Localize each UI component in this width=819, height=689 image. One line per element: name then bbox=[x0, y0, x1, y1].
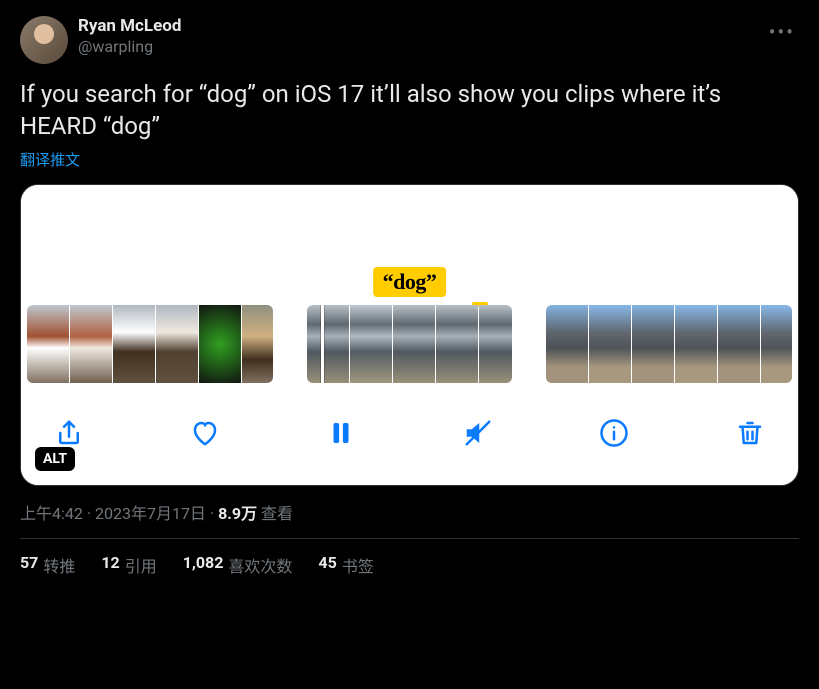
tweet-container: ••• Ryan McLeod @warpling If you search … bbox=[0, 0, 819, 595]
clip-group-2[interactable] bbox=[307, 305, 512, 383]
engagement-counts: 57 转推 12 引用 1,082 喜欢次数 45 书签 bbox=[20, 539, 799, 579]
video-timeline[interactable] bbox=[21, 305, 798, 389]
clip-frame bbox=[307, 305, 349, 383]
quotes-count: 12 bbox=[101, 553, 119, 577]
likes-link[interactable]: 1,082 喜欢次数 bbox=[183, 553, 293, 577]
mute-icon bbox=[463, 418, 493, 448]
author-display-name[interactable]: Ryan McLeod bbox=[78, 16, 181, 37]
clip-frame bbox=[589, 305, 631, 383]
pause-icon bbox=[326, 418, 356, 448]
clip-frame bbox=[156, 305, 198, 383]
clip-group-1[interactable] bbox=[27, 305, 273, 383]
tweet-time[interactable]: 上午4:42 bbox=[20, 504, 83, 523]
clip-frame bbox=[632, 305, 674, 383]
bookmarks-count: 45 bbox=[318, 553, 336, 577]
translate-link[interactable]: 翻译推文 bbox=[20, 149, 80, 170]
likes-label: 喜欢次数 bbox=[228, 553, 292, 577]
retweets-label: 转推 bbox=[43, 553, 75, 577]
author-names: Ryan McLeod @warpling bbox=[78, 16, 181, 57]
delete-button[interactable] bbox=[730, 413, 770, 453]
retweets-link[interactable]: 57 转推 bbox=[20, 553, 75, 577]
clip-frame bbox=[761, 305, 792, 383]
clip-frame bbox=[350, 305, 392, 383]
more-options-button[interactable]: ••• bbox=[763, 14, 801, 50]
transcript-highlight: “dog” bbox=[373, 267, 447, 297]
clip-frame bbox=[199, 305, 241, 383]
clip-frame bbox=[546, 305, 588, 383]
mute-button[interactable] bbox=[458, 413, 498, 453]
clip-frame bbox=[479, 305, 512, 383]
clip-frame bbox=[718, 305, 760, 383]
views-count[interactable]: 8.9万 bbox=[218, 504, 257, 523]
clip-frame bbox=[675, 305, 717, 383]
retweets-count: 57 bbox=[20, 553, 38, 577]
trash-icon bbox=[735, 418, 765, 448]
media-top-area: “dog” bbox=[21, 185, 798, 305]
tweet-text: If you search for “dog” on iOS 17 it’ll … bbox=[20, 78, 799, 143]
views-label: 查看 bbox=[257, 504, 293, 523]
clip-frame bbox=[113, 305, 155, 383]
author-handle[interactable]: @warpling bbox=[78, 37, 181, 57]
meta-dot: · bbox=[83, 504, 95, 523]
playhead[interactable] bbox=[321, 305, 324, 383]
clip-frame bbox=[27, 305, 69, 383]
info-button[interactable] bbox=[594, 413, 634, 453]
clip-frame bbox=[242, 305, 273, 383]
media-controls bbox=[21, 389, 798, 485]
heart-icon bbox=[190, 418, 220, 448]
quotes-link[interactable]: 12 引用 bbox=[101, 553, 156, 577]
clip-frame bbox=[436, 305, 478, 383]
clip-frame bbox=[70, 305, 112, 383]
clip-frame bbox=[393, 305, 435, 383]
bookmarks-label: 书签 bbox=[342, 553, 374, 577]
pause-button[interactable] bbox=[321, 413, 361, 453]
tweet-header: Ryan McLeod @warpling bbox=[20, 16, 799, 64]
quotes-label: 引用 bbox=[125, 553, 157, 577]
info-icon bbox=[599, 418, 629, 448]
media-card[interactable]: “dog” bbox=[20, 184, 799, 486]
likes-count: 1,082 bbox=[183, 553, 224, 577]
meta-dot-2: · bbox=[206, 504, 218, 523]
tweet-meta: 上午4:42 · 2023年7月17日 · 8.9万 查看 bbox=[20, 500, 799, 539]
like-button[interactable] bbox=[185, 413, 225, 453]
alt-badge[interactable]: ALT bbox=[35, 447, 75, 471]
share-icon bbox=[54, 418, 84, 448]
clip-group-3[interactable] bbox=[546, 305, 792, 383]
avatar[interactable] bbox=[20, 16, 68, 64]
tweet-date[interactable]: 2023年7月17日 bbox=[95, 504, 206, 523]
bookmarks-link[interactable]: 45 书签 bbox=[318, 553, 373, 577]
